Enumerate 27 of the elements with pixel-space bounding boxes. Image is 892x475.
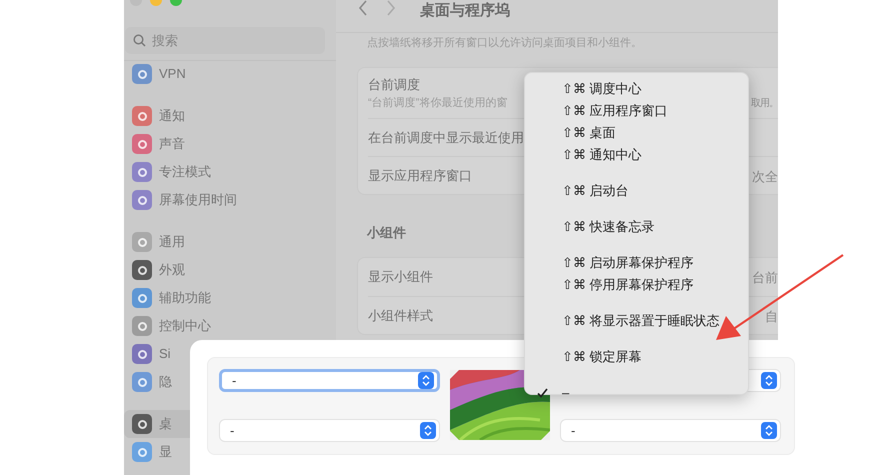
menu-item[interactable]: ⇧⌘ 桌面 — [537, 122, 616, 144]
popup-button[interactable]: - — [560, 419, 781, 442]
setting-label: 小组件样式 — [368, 306, 433, 325]
section-heading: 小组件 — [367, 224, 406, 242]
menu-item[interactable]: ⇧⌘ 通知中心 — [537, 144, 642, 166]
menu-item[interactable]: ⇧⌘ 快速备忘录 — [537, 216, 655, 238]
menu-item[interactable]: ⇧⌘ 调度中心 — [537, 78, 642, 100]
setting-value: 自 — [765, 308, 778, 326]
setting-value: 台前 — [752, 269, 778, 287]
menu-item[interactable]: ⇧⌘ 将显示器置于睡眠状态 — [537, 310, 720, 332]
setting-label: 显示应用程序窗口 — [368, 166, 472, 185]
popup-button[interactable]: - — [219, 419, 440, 442]
menu-item[interactable]: ⇧⌘ 启动台 — [537, 180, 629, 202]
window-title: 桌面与程序坞 — [420, 1, 510, 21]
search-field[interactable]: 搜索 — [125, 27, 325, 54]
setting-description: 取用。 — [751, 97, 778, 111]
menu-item[interactable]: – — [537, 382, 570, 404]
setting-label: 显示小组件 — [368, 268, 433, 286]
setting-description: “台前调度”将你最近使用的窗 — [368, 96, 508, 110]
menu-item[interactable]: ⇧⌘ 启动屏幕保护程序 — [537, 252, 694, 274]
setting-label: 在台前调度中显示最近使用 — [368, 128, 524, 147]
popup-button[interactable]: - — [219, 369, 440, 392]
menu-item[interactable]: ⇧⌘ 应用程序窗口 — [537, 100, 668, 122]
setting-value: 次全 — [752, 168, 778, 186]
menu-item[interactable]: ⇧⌘ 锁定屏幕 — [537, 346, 642, 368]
menu-item[interactable]: ⇧⌘ 停用屏幕保护程序 — [537, 274, 694, 296]
setting-label: 台前调度 — [368, 76, 420, 94]
